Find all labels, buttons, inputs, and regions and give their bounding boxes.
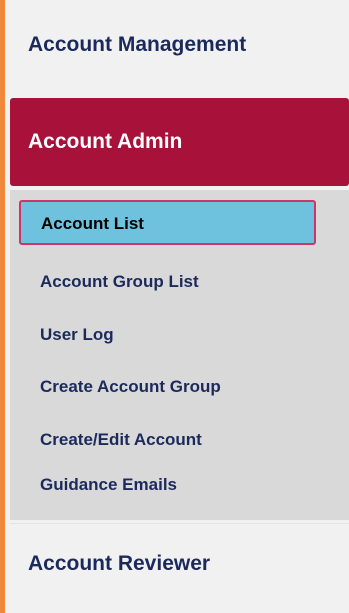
- nav-section-account-admin[interactable]: Account Admin: [10, 98, 349, 186]
- nav-section-account-reviewer[interactable]: Account Reviewer: [10, 523, 349, 603]
- side-navigation: Account Management Account Admin Account…: [0, 0, 349, 613]
- account-admin-submenu: Account List Account Group List User Log…: [10, 190, 349, 520]
- nav-item-account-group-list[interactable]: Account Group List: [10, 272, 349, 292]
- nav-item-user-log[interactable]: User Log: [10, 325, 349, 345]
- nav-item-guidance-emails[interactable]: Guidance Emails: [10, 475, 349, 495]
- nav-item-create-edit-account[interactable]: Create/Edit Account: [10, 430, 349, 450]
- nav-item-account-list[interactable]: Account List: [19, 200, 316, 245]
- nav-section-account-management[interactable]: Account Management: [10, 0, 349, 90]
- nav-item-create-account-group[interactable]: Create Account Group: [10, 377, 349, 397]
- nav-accent-bar: [0, 0, 5, 613]
